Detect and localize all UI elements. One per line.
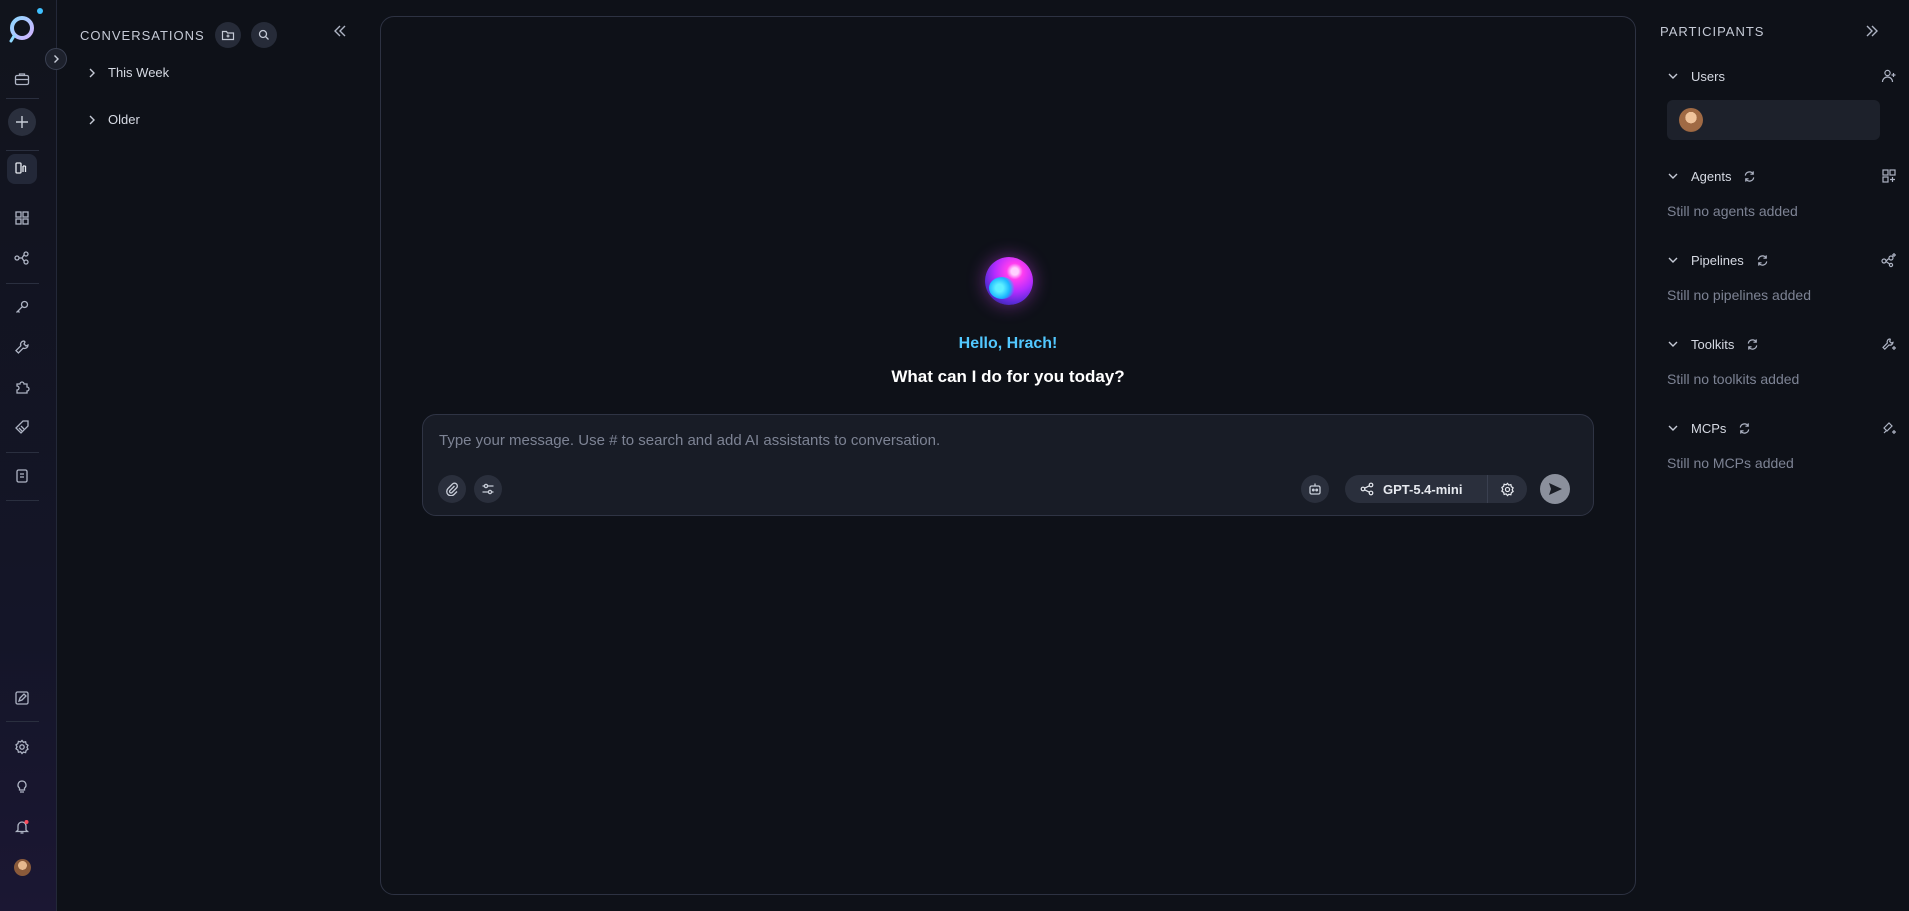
section-mcps[interactable]: MCPs: [1667, 418, 1897, 438]
participants-title: PARTICIPANTS: [1660, 24, 1765, 39]
toolkits-empty-text: Still no toolkits added: [1667, 371, 1800, 387]
greeting-title: Hello, Hrach!: [958, 335, 1058, 352]
refresh-icon[interactable]: [1738, 422, 1751, 435]
chevron-down-icon: [1668, 425, 1678, 431]
bell-icon[interactable]: [7, 812, 37, 842]
chevron-right-icon: [89, 115, 95, 124]
rail-divider: [6, 283, 39, 284]
model-selector[interactable]: GPT-5.4-mini: [1345, 475, 1527, 503]
add-user-icon[interactable]: [1881, 68, 1897, 84]
rail-divider: [6, 98, 39, 99]
section-label: Agents: [1691, 168, 1732, 184]
chat-area: Hello, Hrach! What can I do for you toda…: [380, 16, 1636, 895]
pipelines-empty-text: Still no pipelines added: [1667, 287, 1811, 303]
refresh-icon[interactable]: [1743, 170, 1756, 183]
group-label: Older: [108, 112, 140, 127]
lightbulb-icon[interactable]: [7, 772, 37, 802]
collapse-participants-icon[interactable]: [1864, 23, 1880, 39]
add-pipeline-icon[interactable]: [1881, 252, 1897, 268]
conversations-header: CONVERSATIONS: [80, 22, 277, 48]
group-this-week[interactable]: This Week: [86, 65, 169, 80]
wrench-icon[interactable]: [7, 332, 37, 362]
message-input[interactable]: [439, 429, 1569, 451]
chevron-right-icon: [89, 68, 95, 77]
tag-icon[interactable]: [7, 412, 37, 442]
assistant-button[interactable]: [1301, 475, 1329, 503]
document-icon[interactable]: [7, 461, 37, 491]
agents-empty-text: Still no agents added: [1667, 203, 1798, 219]
left-nav-rail: [0, 0, 57, 911]
add-mcp-icon[interactable]: [1881, 420, 1897, 436]
rail-divider: [6, 500, 39, 501]
message-composer: GPT-5.4-mini: [422, 414, 1594, 516]
refresh-icon[interactable]: [1746, 338, 1759, 351]
section-agents[interactable]: Agents: [1667, 166, 1897, 186]
assistant-orb-icon: [985, 257, 1033, 305]
greeting-prompt: What can I do for you today?: [891, 367, 1125, 386]
collapse-conversations-icon[interactable]: [332, 23, 348, 39]
grid-icon[interactable]: [7, 203, 37, 233]
participants-panel: PARTICIPANTS Users Agents Still no agent…: [1648, 0, 1909, 911]
chevron-down-icon: [1668, 341, 1678, 347]
briefcase-icon[interactable]: [7, 64, 37, 94]
status-dot: [37, 8, 43, 14]
section-label: Toolkits: [1691, 336, 1735, 352]
conversations-title: CONVERSATIONS: [80, 27, 205, 43]
rail-divider: [6, 452, 39, 453]
attach-button[interactable]: [438, 475, 466, 503]
expand-sidebar-button[interactable]: [45, 48, 67, 70]
search-button[interactable]: [250, 22, 277, 48]
group-older[interactable]: Older: [86, 112, 140, 127]
rail-divider: [6, 721, 39, 722]
sliders-icon: [482, 483, 494, 495]
add-agent-icon[interactable]: [1881, 168, 1897, 184]
edit-icon[interactable]: [7, 683, 37, 713]
model-settings-icon[interactable]: [1488, 481, 1527, 497]
chevron-down-icon: [1668, 173, 1678, 179]
refresh-icon[interactable]: [1756, 254, 1769, 267]
section-label: MCPs: [1691, 420, 1727, 436]
user-avatar[interactable]: [14, 859, 31, 876]
send-button[interactable]: [1540, 474, 1570, 504]
share-icon: [1345, 482, 1383, 496]
puzzle-icon[interactable]: [7, 372, 37, 402]
settings-sliders-button[interactable]: [474, 475, 502, 503]
rail-divider: [6, 150, 39, 151]
conversations-panel: CONVERSATIONS This Week Older: [58, 0, 378, 911]
chevron-down-icon: [1668, 73, 1678, 79]
mcps-empty-text: Still no MCPs added: [1667, 455, 1794, 471]
section-users[interactable]: Users: [1667, 66, 1897, 86]
group-label: This Week: [108, 65, 170, 80]
app-logo[interactable]: [7, 14, 37, 44]
new-folder-button[interactable]: [214, 22, 241, 48]
section-toolkits[interactable]: Toolkits: [1667, 334, 1897, 354]
pipeline-icon[interactable]: [7, 243, 37, 273]
section-label: Users: [1691, 68, 1725, 84]
robot-icon: [1309, 483, 1321, 495]
chat-icon[interactable]: [7, 154, 37, 184]
section-label: Pipelines: [1691, 252, 1744, 268]
send-icon: [1549, 483, 1562, 495]
avatar: [1679, 108, 1703, 132]
key-icon[interactable]: [7, 292, 37, 322]
chevron-down-icon: [1668, 257, 1678, 263]
section-pipelines[interactable]: Pipelines: [1667, 250, 1897, 270]
model-name: GPT-5.4-mini: [1383, 481, 1463, 497]
paperclip-icon: [446, 482, 458, 496]
settings-icon[interactable]: [7, 732, 37, 762]
new-conversation-button[interactable]: [8, 108, 36, 136]
user-participant-card[interactable]: [1667, 100, 1880, 140]
add-toolkit-icon[interactable]: [1881, 336, 1897, 352]
